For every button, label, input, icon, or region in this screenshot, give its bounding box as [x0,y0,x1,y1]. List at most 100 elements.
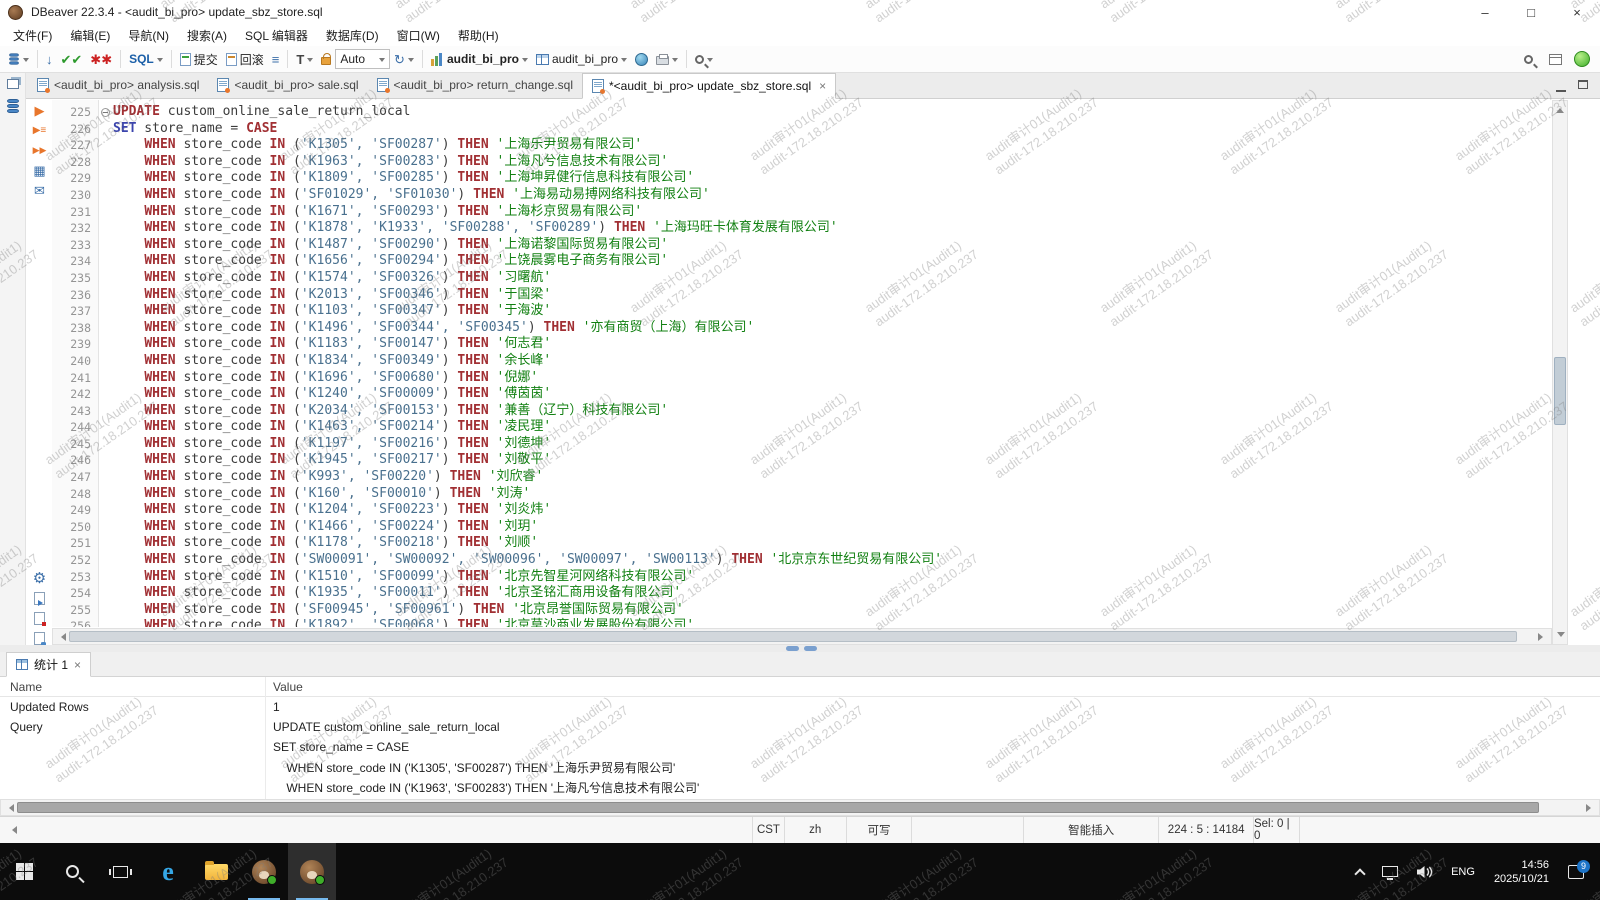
menu-item[interactable]: 数据库(D) [317,24,388,46]
tray-volume-button[interactable] [1407,843,1442,900]
transaction-log-button[interactable]: ≡ [268,48,284,70]
line-number[interactable]: 235 [52,270,98,287]
task-view-button[interactable] [96,843,144,900]
line-number[interactable]: 227 [52,137,98,154]
menu-item[interactable]: 文件(F) [4,24,61,46]
maximize-button[interactable]: □ [1508,0,1554,24]
fetch-down-button[interactable]: ↓ [42,48,57,70]
execute-statement-icon[interactable]: ▶ [35,104,45,117]
stats-row[interactable]: SET store_name = CASE [0,737,1600,757]
statusbar-segment[interactable]: 可写 [846,817,912,843]
line-number[interactable]: 234 [52,253,98,270]
sash-down-button[interactable] [804,646,817,651]
line-number[interactable]: 241 [52,370,98,387]
panel-splitter[interactable] [0,645,1600,652]
line-number[interactable]: 242 [52,386,98,403]
menu-item[interactable]: SQL 编辑器 [236,24,317,46]
stats-row[interactable]: WHEN store_code IN ('K1963', 'SF00283') … [0,777,1600,797]
export-result-icon[interactable]: ✉ [34,184,45,197]
tab-close-icon[interactable]: × [819,79,826,93]
open-perspective-button[interactable] [1545,48,1566,70]
taskbar-clock[interactable]: 14:56 2025/10/21 [1484,858,1559,886]
vertical-scroll-thumb[interactable] [1554,357,1566,425]
menu-item[interactable]: 编辑(E) [61,24,119,46]
line-number[interactable]: 252 [52,552,98,569]
start-button[interactable] [0,843,48,900]
sash-up-button[interactable] [786,646,799,651]
connection-selector[interactable]: audit_bi_pro [427,48,532,70]
network-button[interactable] [631,48,652,70]
statusbar-segment[interactable]: 224 : 5 : 14184 [1158,817,1253,843]
stats-col-name[interactable]: Name [0,680,265,694]
database-navigator-icon[interactable] [7,99,19,113]
line-number[interactable]: 251 [52,535,98,552]
line-number[interactable]: 255 [52,602,98,619]
line-number[interactable]: 254 [52,585,98,602]
line-number[interactable]: 232 [52,220,98,237]
script-db-icon[interactable] [34,632,45,645]
statusbar-back-icon[interactable] [8,826,17,834]
maximize-editor-icon[interactable] [1578,80,1588,89]
menu-item[interactable]: 搜索(A) [178,24,236,46]
print-button[interactable] [652,48,682,70]
line-number[interactable]: 225 [52,104,98,121]
schema-selector[interactable]: audit_bi_pro [532,48,631,70]
lock-button[interactable] [317,48,335,70]
stats-row[interactable]: Updated Rows 1 [0,697,1600,717]
line-number[interactable]: 237 [52,303,98,320]
line-number[interactable]: 236 [52,287,98,304]
line-number[interactable]: 239 [52,336,98,353]
line-number[interactable]: 253 [52,569,98,586]
editor-tab[interactable]: <audit_bi_pro> return_change.sql × [368,72,582,98]
rollback-button[interactable]: 回滚 [222,48,268,70]
statusbar-segment[interactable]: zh [784,817,846,843]
rollback-mode-button[interactable]: ✱✱ [86,48,116,70]
sql-editor-button[interactable]: SQL [125,48,167,70]
app-button-1[interactable] [240,843,288,900]
line-number[interactable]: 244 [52,419,98,436]
statusbar-segment[interactable]: Sel: 0 | 0 [1253,817,1300,843]
editor-vertical-scrollbar[interactable] [1552,100,1568,645]
line-number[interactable]: 228 [52,154,98,171]
horizontal-scroll-thumb[interactable] [69,631,1517,642]
editor-tab[interactable]: *<audit_bi_pro> update_sbz_store.sql × [582,73,836,99]
language-indicator[interactable]: ENG [1442,843,1484,900]
line-number[interactable]: 256 [52,618,98,627]
stats-tab[interactable]: 统计 1 × [6,652,91,677]
statusbar-segment[interactable]: CST [752,817,784,843]
menu-item[interactable]: 帮助(H) [449,24,508,46]
tray-display-button[interactable] [1373,843,1407,900]
toolbar-search-button[interactable] [691,48,717,70]
close-button[interactable]: × [1554,0,1600,24]
editor-tab[interactable]: <audit_bi_pro> sale.sql × [208,72,367,98]
line-number[interactable]: 231 [52,204,98,221]
action-center-button[interactable]: 9 [1559,843,1600,900]
taskbar-search-button[interactable] [48,843,96,900]
statusbar-segment[interactable]: 智能插入 [1023,817,1158,843]
commit-mode-button[interactable]: ✔✔ [57,48,87,70]
tray-expand-button[interactable] [1347,843,1373,900]
minimize-editor-icon[interactable] [1556,90,1566,92]
file-explorer-button[interactable] [192,843,240,900]
line-number[interactable]: 248 [52,486,98,503]
menu-item[interactable]: 导航(N) [119,24,178,46]
execute-new-tab-icon[interactable]: ▶▶ [33,144,47,157]
line-number[interactable]: 249 [52,502,98,519]
stats-col-value[interactable]: Value [265,680,1600,694]
editor-horizontal-scrollbar[interactable] [52,628,1552,645]
quick-search-button[interactable] [1520,48,1537,70]
fold-collapse-icon[interactable] [101,108,110,117]
stats-tab-close-icon[interactable]: × [74,658,81,672]
execute-script-icon[interactable]: ▶≡ [33,124,47,137]
line-number[interactable]: 250 [52,519,98,536]
status-orb-icon[interactable] [1574,51,1590,67]
new-connection-button[interactable] [4,48,33,70]
app-button-2[interactable] [288,843,336,900]
commit-button[interactable]: 提交 [176,48,222,70]
restore-views-icon[interactable] [7,79,19,89]
stats-row[interactable]: Query UPDATE custom_online_sale_return_l… [0,717,1600,737]
line-number[interactable]: 238 [52,320,98,337]
editor-tab[interactable]: <audit_bi_pro> analysis.sql × [28,72,208,98]
statusbar-segment[interactable] [911,817,1023,843]
stats-row[interactable]: WHEN store_code IN ('K1305', 'SF00287') … [0,757,1600,777]
